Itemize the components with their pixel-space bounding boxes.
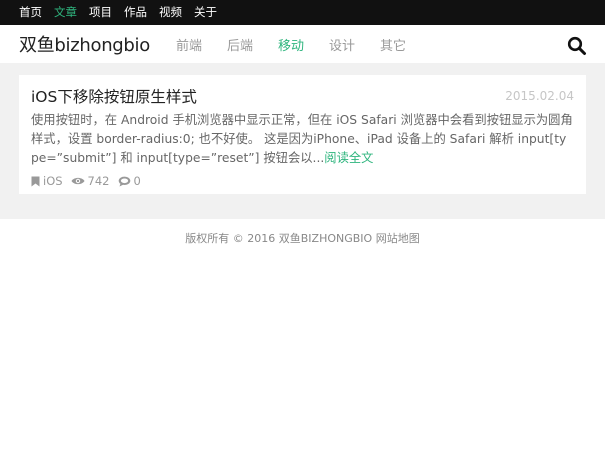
article-excerpt-text: 使用按钮时，在 Android 手机浏览器中显示正常，但在 iOS Safari… (31, 113, 573, 165)
article-date: 2015.02.04 (505, 89, 574, 103)
topnav-link-articles[interactable]: 文章 (54, 0, 77, 25)
category-link-mobile[interactable]: 移动 (278, 35, 304, 54)
article-header: iOS下移除按钮原生样式 2015.02.04 (31, 85, 574, 107)
top-nav-bar: 首页 文章 项目 作品 视频 关于 (0, 0, 605, 25)
article-title[interactable]: iOS下移除按钮原生样式 (31, 85, 197, 107)
site-logo[interactable]: 双鱼bizhongbio (19, 31, 150, 57)
footer-copyright: 版权所有 © 2016 双鱼BIZHONGBIO (185, 232, 373, 245)
site-header: 双鱼bizhongbio 前端 后端 移动 设计 其它 (0, 25, 605, 63)
article-excerpt: 使用按钮时，在 Android 手机浏览器中显示正常，但在 iOS Safari… (31, 111, 574, 168)
topnav-link-projects[interactable]: 项目 (89, 0, 112, 25)
site-footer: 版权所有 © 2016 双鱼BIZHONGBIO 网站地图 (0, 219, 605, 246)
bookmark-icon (31, 176, 40, 186)
category-link-other[interactable]: 其它 (380, 35, 406, 54)
views-count: 742 (87, 174, 110, 188)
topnav-link-about[interactable]: 关于 (194, 0, 217, 25)
article-meta: iOS 742 0 (31, 174, 574, 188)
category-link-design[interactable]: 设计 (329, 35, 355, 54)
tag-link[interactable]: iOS (43, 174, 63, 188)
topnav-link-works[interactable]: 作品 (124, 0, 147, 25)
article-tag: iOS (31, 174, 63, 188)
search-button[interactable] (567, 36, 587, 56)
eye-icon (71, 177, 85, 185)
category-link-backend[interactable]: 后端 (227, 35, 253, 54)
sitemap-link[interactable]: 网站地图 (376, 232, 420, 245)
comments-count: 0 (133, 174, 141, 188)
search-icon (567, 36, 586, 55)
article-comments: 0 (118, 174, 141, 188)
category-nav: 前端 后端 移动 设计 其它 (176, 35, 431, 54)
article-card: iOS下移除按钮原生样式 2015.02.04 使用按钮时，在 Android … (19, 75, 586, 194)
topnav-link-home[interactable]: 首页 (19, 0, 42, 25)
main-content: iOS下移除按钮原生样式 2015.02.04 使用按钮时，在 Android … (0, 63, 605, 219)
category-link-frontend[interactable]: 前端 (176, 35, 202, 54)
read-more-link[interactable]: 阅读全文 (324, 151, 373, 165)
comment-icon (118, 176, 130, 186)
topnav-link-videos[interactable]: 视频 (159, 0, 182, 25)
article-views: 742 (71, 174, 110, 188)
